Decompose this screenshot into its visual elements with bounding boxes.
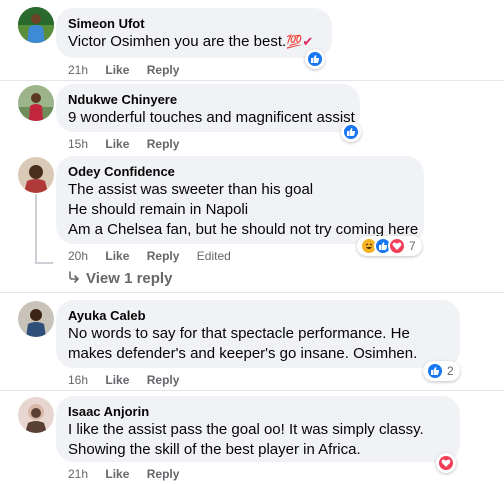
like-button[interactable]: Like (105, 137, 129, 151)
comment-actions: 16h Like Reply (68, 372, 179, 388)
reply-button[interactable]: Reply (147, 137, 180, 151)
divider (0, 292, 504, 293)
avatar[interactable] (18, 157, 54, 193)
reaction-summary[interactable] (436, 453, 456, 473)
avatar[interactable] (18, 301, 54, 337)
comment-text-line: He should remain in Napoli (68, 201, 249, 218)
reply-arrow-icon (68, 270, 80, 287)
comment-actions: 15h Like Reply (68, 136, 179, 152)
edited-label: Edited (196, 249, 231, 263)
comment-text: Victor Osimhen you are the best.💯✔ (68, 32, 320, 52)
comment-text-line: I like the assist pass the goal oo! It w… (68, 421, 424, 438)
comment-actions: 21h Like Reply (68, 466, 179, 482)
view-replies-label[interactable]: View 1 reply (86, 270, 172, 287)
avatar-photo (18, 301, 54, 337)
like-button[interactable]: Like (105, 63, 129, 77)
comment-timestamp[interactable]: 16h (68, 373, 88, 387)
reaction-summary[interactable]: 7 (357, 236, 422, 256)
like-icon (342, 123, 360, 141)
comment-bubble: Ndukwe Chinyere 9 wonderful touches and … (56, 84, 360, 132)
reaction-summary[interactable] (341, 122, 361, 142)
comment-text-line: Showing the skill of the best player in … (68, 441, 361, 458)
reply-button[interactable]: Reply (147, 373, 180, 387)
avatar[interactable] (18, 7, 54, 43)
hundred-check-emoji: 💯✔ (286, 34, 314, 49)
reply-button[interactable]: Reply (147, 467, 180, 481)
reaction-summary[interactable] (305, 49, 325, 69)
reply-button[interactable]: Reply (147, 63, 180, 77)
thread-line (35, 262, 53, 264)
reply-button[interactable]: Reply (147, 249, 180, 263)
comment-bubble: Simeon Ufot Victor Osimhen you are the b… (56, 8, 332, 58)
comment-text-line: Victor Osimhen you are the best. (68, 33, 287, 50)
comment-author[interactable]: Odey Confidence (68, 164, 412, 180)
comment-author[interactable]: Simeon Ufot (68, 16, 320, 32)
comment-timestamp[interactable]: 20h (68, 249, 88, 263)
comment-text-line: No words to say for that spectacle perfo… (68, 325, 410, 342)
comment-text-line: makes defender's and keeper's go insane.… (68, 345, 418, 362)
comment-author[interactable]: Isaac Anjorin (68, 404, 448, 420)
view-replies-link[interactable]: View 1 reply (68, 270, 172, 287)
comment-bubble: Ayuka Caleb No words to say for that spe… (56, 300, 460, 368)
avatar-photo (18, 7, 54, 43)
like-icon (306, 50, 324, 68)
comment-author[interactable]: Ndukwe Chinyere (68, 92, 348, 108)
like-icon (426, 362, 444, 380)
like-button[interactable]: Like (105, 467, 129, 481)
like-button[interactable]: Like (105, 249, 129, 263)
comment-timestamp[interactable]: 21h (68, 63, 88, 77)
comment-author[interactable]: Ayuka Caleb (68, 308, 448, 324)
comment-bubble: Isaac Anjorin I like the assist pass the… (56, 396, 460, 462)
reaction-count: 7 (409, 239, 416, 253)
comment-bubble: Odey Confidence The assist was sweeter t… (56, 156, 424, 244)
comment-text-line: The assist was sweeter than his goal (68, 181, 314, 198)
divider (0, 80, 504, 81)
comment-actions: 20h Like Reply Edited (68, 248, 231, 264)
like-button[interactable]: Like (105, 373, 129, 387)
divider (0, 390, 504, 391)
avatar[interactable] (18, 85, 54, 121)
avatar[interactable] (18, 397, 54, 433)
comment-text: 9 wonderful touches and magnificent assi… (68, 109, 355, 126)
love-icon (437, 454, 455, 472)
reaction-summary[interactable]: 2 (423, 361, 460, 381)
avatar-photo (18, 397, 54, 433)
love-icon (388, 237, 406, 255)
avatar-photo (18, 85, 54, 121)
reaction-count: 2 (447, 364, 454, 378)
comment-actions: 21h Like Reply (68, 62, 179, 78)
thread-line (35, 194, 37, 264)
avatar-photo (18, 157, 54, 193)
comment-timestamp[interactable]: 21h (68, 467, 88, 481)
comment-timestamp[interactable]: 15h (68, 137, 88, 151)
